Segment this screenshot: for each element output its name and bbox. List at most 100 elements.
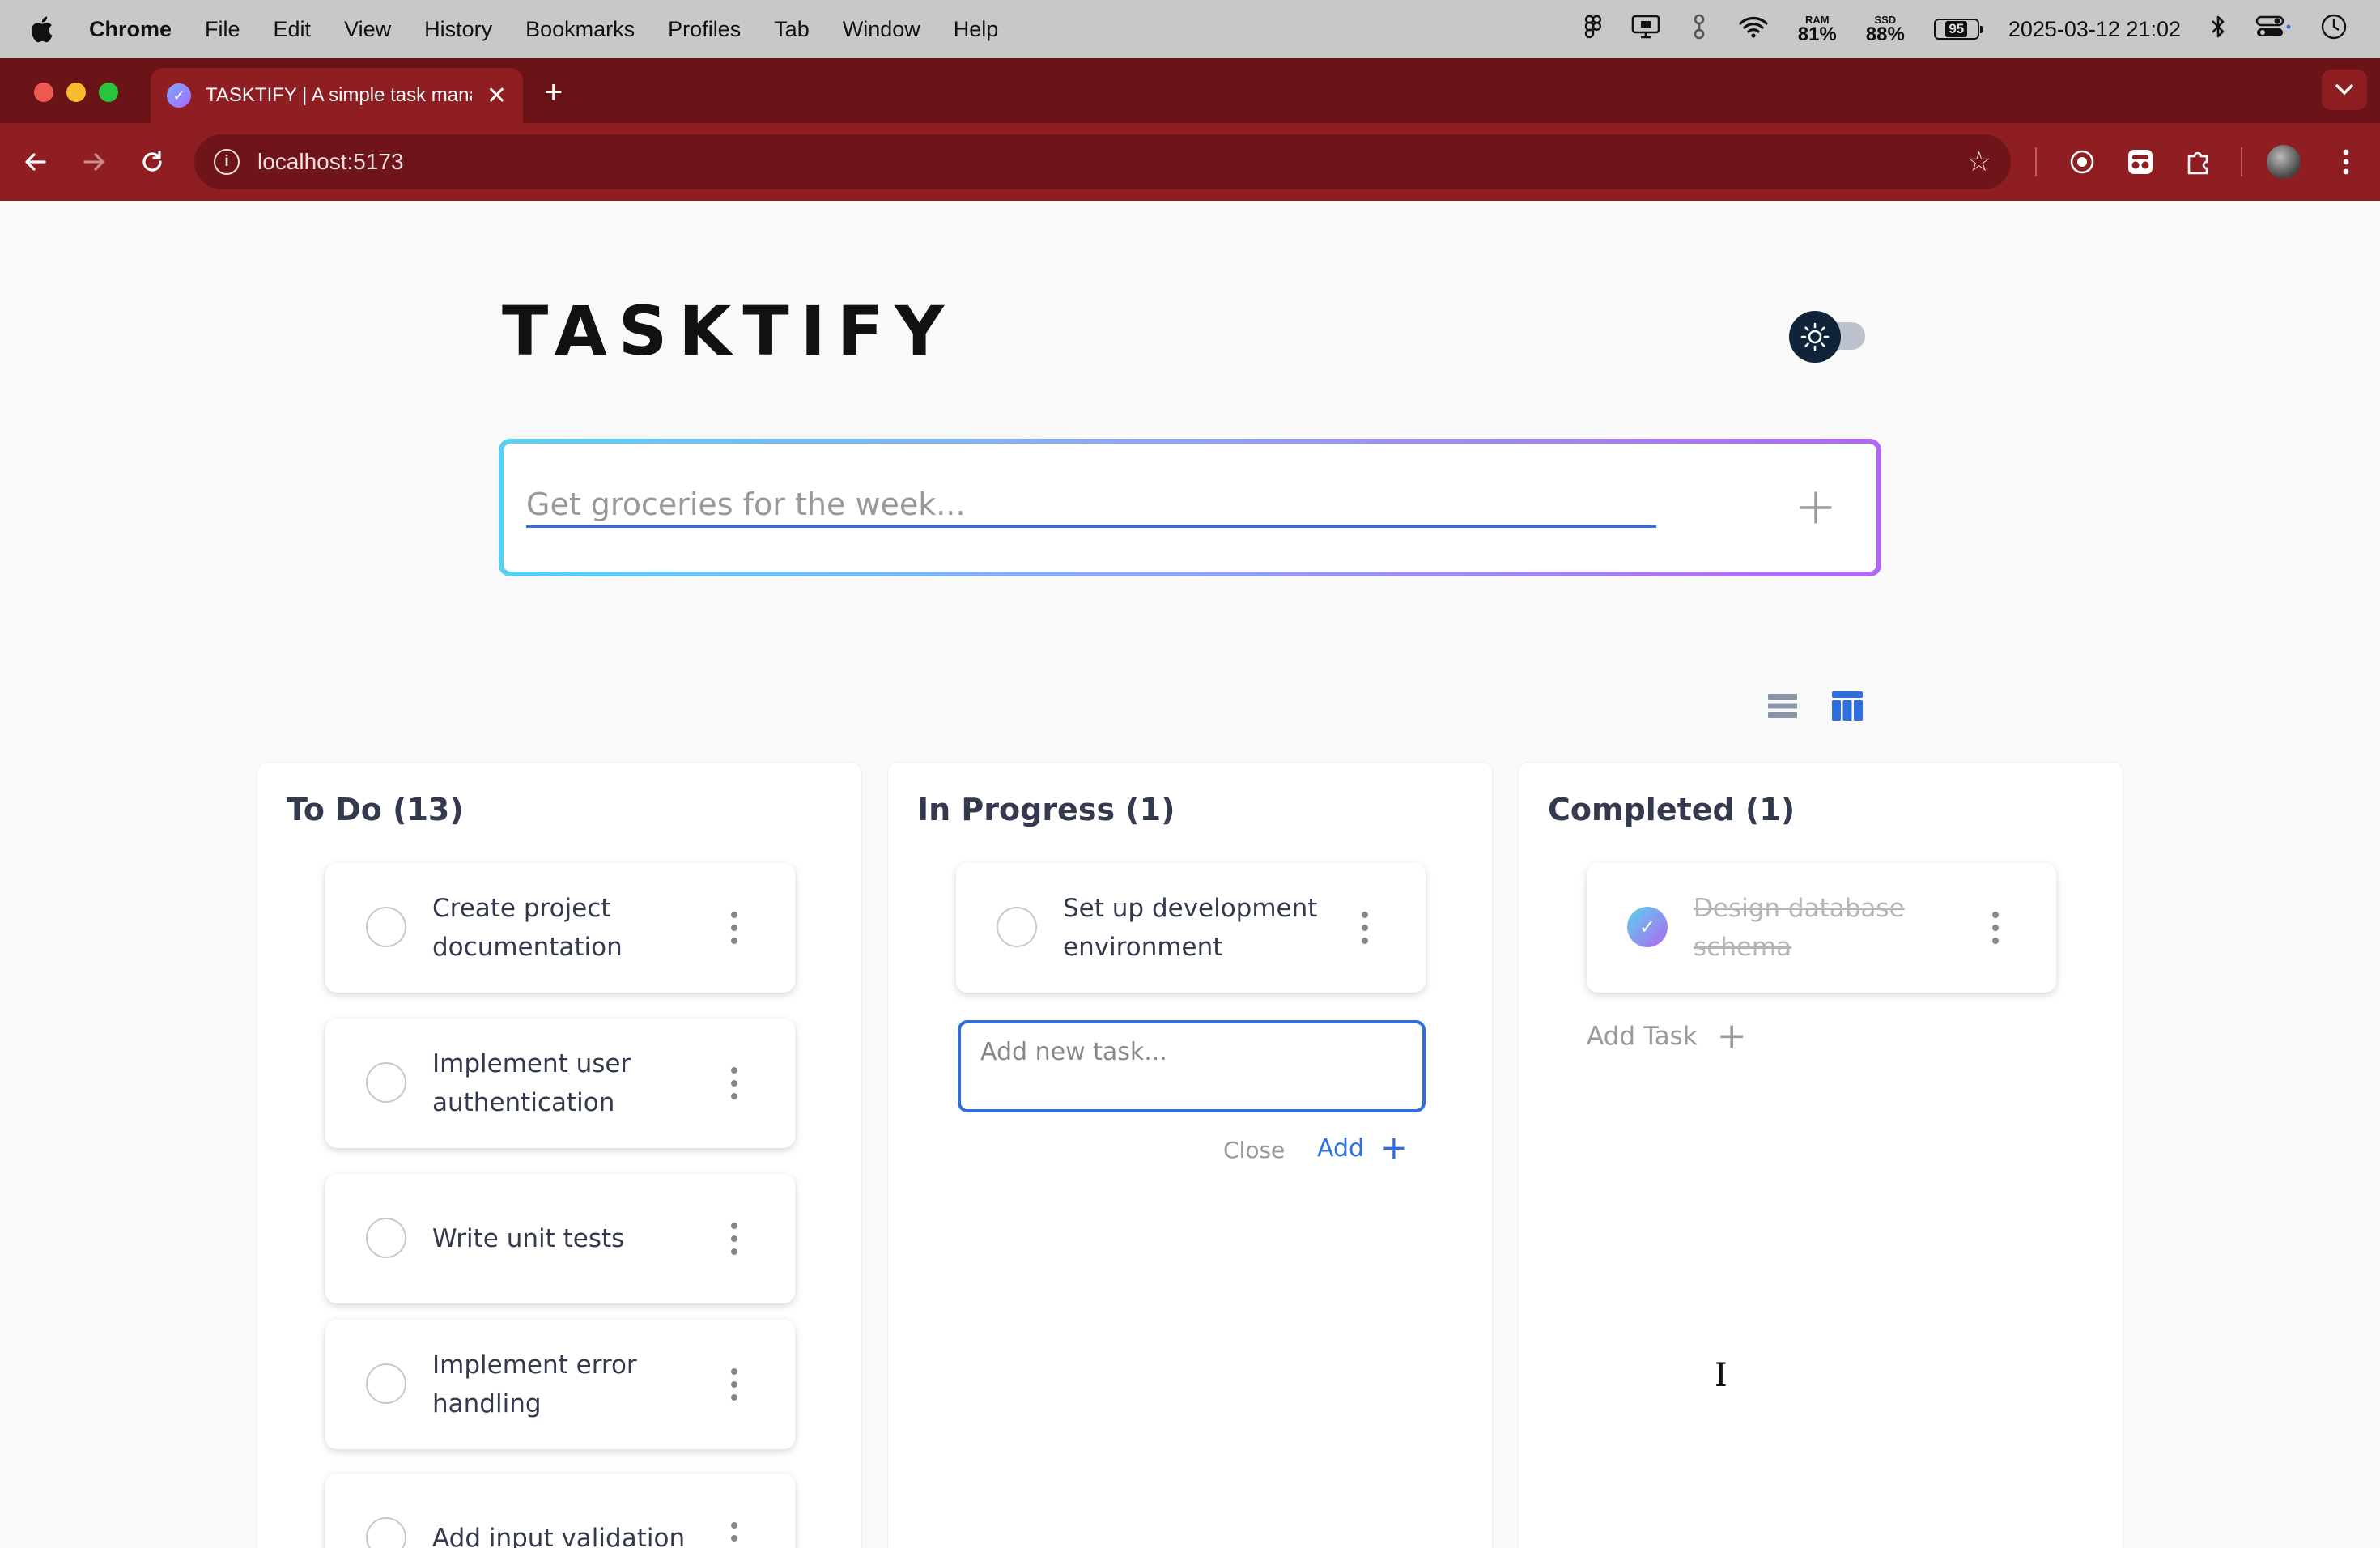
task-checkbox[interactable]	[366, 1517, 406, 1548]
task-text: Write unit tests	[432, 1224, 625, 1253]
column-in-progress: In Progress (1) Set up development envir…	[888, 763, 1492, 1548]
task-text: Add input validation	[432, 1524, 686, 1548]
bluetooth-icon[interactable]	[2210, 15, 2226, 45]
text-cursor-icon: I	[1715, 1357, 1728, 1394]
board-view-icon	[1832, 691, 1863, 721]
bookmark-star-icon[interactable]: ☆	[1967, 146, 1991, 178]
more-vertical-icon[interactable]	[1983, 907, 2008, 949]
quick-task-input-container	[499, 439, 1881, 576]
forward-button[interactable]	[73, 141, 115, 183]
menu-bookmarks[interactable]: Bookmarks	[525, 17, 635, 42]
url-text[interactable]: localhost:5173	[257, 149, 404, 175]
task-checkbox[interactable]	[366, 1062, 406, 1103]
plus-icon	[1800, 491, 1832, 524]
task-text: Implement error handling	[432, 1350, 637, 1418]
reload-button[interactable]	[131, 141, 173, 183]
toolbar-divider	[2241, 147, 2242, 176]
wifi-icon[interactable]	[1738, 15, 1769, 44]
chrome-menu-icon[interactable]	[2328, 144, 2364, 180]
new-task-field[interactable]	[958, 1020, 1426, 1112]
plus-icon: +	[1380, 1129, 1408, 1167]
sync-icon[interactable]	[1689, 13, 1709, 46]
menu-file[interactable]: File	[205, 17, 240, 42]
task-checkbox-checked[interactable]: ✓	[1627, 907, 1668, 947]
task-card[interactable]: Implement user authentication	[325, 1019, 795, 1148]
tab-search-dropdown[interactable]	[2322, 70, 2367, 110]
reload-icon	[142, 151, 162, 172]
new-task-input[interactable]	[980, 1038, 1403, 1066]
battery-level: 95	[1945, 21, 1968, 37]
chevron-down-icon	[2335, 84, 2353, 96]
address-bar[interactable]: i localhost:5173 ☆	[194, 134, 2011, 189]
task-text: Implement user authentication	[432, 1049, 631, 1117]
column-title: Completed (1)	[1548, 792, 1796, 827]
window-zoom-button[interactable]	[99, 83, 118, 102]
task-card[interactable]: Create project documentation	[325, 863, 795, 993]
quick-add-button[interactable]	[1787, 479, 1844, 536]
extensions-puzzle-icon[interactable]	[2181, 144, 2216, 180]
menu-window[interactable]: Window	[843, 17, 920, 42]
list-view-button[interactable]	[1762, 685, 1804, 727]
list-view-icon	[1768, 694, 1797, 718]
add-task-label: Add Task	[1587, 1022, 1698, 1051]
column-completed: Completed (1) ✓ Design database schema A…	[1519, 763, 2123, 1548]
task-text: Design database schema	[1694, 894, 1905, 962]
battery-icon[interactable]: 95	[1933, 19, 1983, 40]
macos-menubar: Chrome File Edit View History Bookmarks …	[0, 0, 2380, 58]
menu-history[interactable]: History	[424, 17, 492, 42]
new-tab-button[interactable]: +	[544, 76, 563, 108]
site-info-icon[interactable]: i	[214, 149, 240, 175]
menu-tab[interactable]: Tab	[774, 17, 810, 42]
display-icon[interactable]	[1631, 15, 1660, 45]
ram-value: 81%	[1797, 23, 1837, 45]
task-card[interactable]: ✓ Design database schema	[1587, 863, 2056, 993]
record-extension-icon[interactable]	[2064, 144, 2100, 180]
profile-avatar[interactable]	[2267, 145, 2301, 179]
ssd-stat[interactable]: SSD 88%	[1866, 15, 1905, 45]
quick-task-input[interactable]	[526, 483, 1656, 528]
task-checkbox[interactable]	[997, 907, 1037, 947]
app-title: TASKTIFY	[502, 291, 956, 371]
task-card[interactable]: Set up development environment	[956, 863, 1426, 993]
apple-icon[interactable]	[29, 15, 62, 43]
toolbar-divider	[2035, 147, 2037, 176]
task-card[interactable]: Write unit tests	[325, 1174, 795, 1303]
tab-favicon-icon: ✓	[167, 83, 191, 108]
menu-edit[interactable]: Edit	[274, 17, 312, 42]
theme-toggle[interactable]	[1789, 311, 1870, 363]
menubar-clock[interactable]: 2025-03-12 21:02	[2008, 17, 2181, 42]
plus-icon: +	[1716, 1015, 1747, 1057]
task-card[interactable]: Add input validation	[325, 1474, 795, 1548]
quick-task-input-box	[504, 444, 1876, 572]
menu-help[interactable]: Help	[954, 17, 999, 42]
window-close-button[interactable]	[34, 83, 53, 102]
add-button[interactable]: Add +	[1317, 1132, 1408, 1164]
incognito-extension-icon[interactable]	[2123, 144, 2158, 180]
close-button[interactable]: Close	[1223, 1137, 1285, 1163]
window-minimize-button[interactable]	[66, 83, 86, 102]
figma-icon[interactable]	[1584, 15, 1602, 45]
ram-stat[interactable]: RAM 81%	[1798, 15, 1837, 45]
control-center-icon[interactable]	[2255, 15, 2291, 44]
task-checkbox[interactable]	[366, 1218, 406, 1258]
menu-app-chrome[interactable]: Chrome	[89, 17, 172, 42]
menu-view[interactable]: View	[344, 17, 391, 42]
more-vertical-icon[interactable]	[1353, 907, 1377, 949]
more-vertical-icon[interactable]	[722, 1062, 746, 1104]
ssd-value: 88%	[1865, 23, 1905, 45]
more-vertical-icon[interactable]	[722, 907, 746, 949]
more-vertical-icon[interactable]	[722, 1218, 746, 1260]
clock-history-icon[interactable]	[2320, 13, 2348, 46]
tab-close-icon[interactable]: ✕	[487, 82, 507, 110]
add-button-label: Add	[1317, 1133, 1365, 1163]
add-task-button[interactable]: Add Task +	[1587, 1019, 1747, 1054]
task-checkbox[interactable]	[366, 1363, 406, 1404]
task-checkbox[interactable]	[366, 907, 406, 947]
board-view-button[interactable]	[1826, 685, 1868, 727]
browser-tab-active[interactable]: ✓ TASKTIFY | A simple task manager ✕	[151, 68, 523, 123]
more-vertical-icon[interactable]	[722, 1517, 746, 1548]
more-vertical-icon[interactable]	[722, 1363, 746, 1406]
menu-profiles[interactable]: Profiles	[668, 17, 741, 42]
task-card[interactable]: Implement error handling	[325, 1320, 795, 1449]
back-button[interactable]	[15, 141, 57, 183]
